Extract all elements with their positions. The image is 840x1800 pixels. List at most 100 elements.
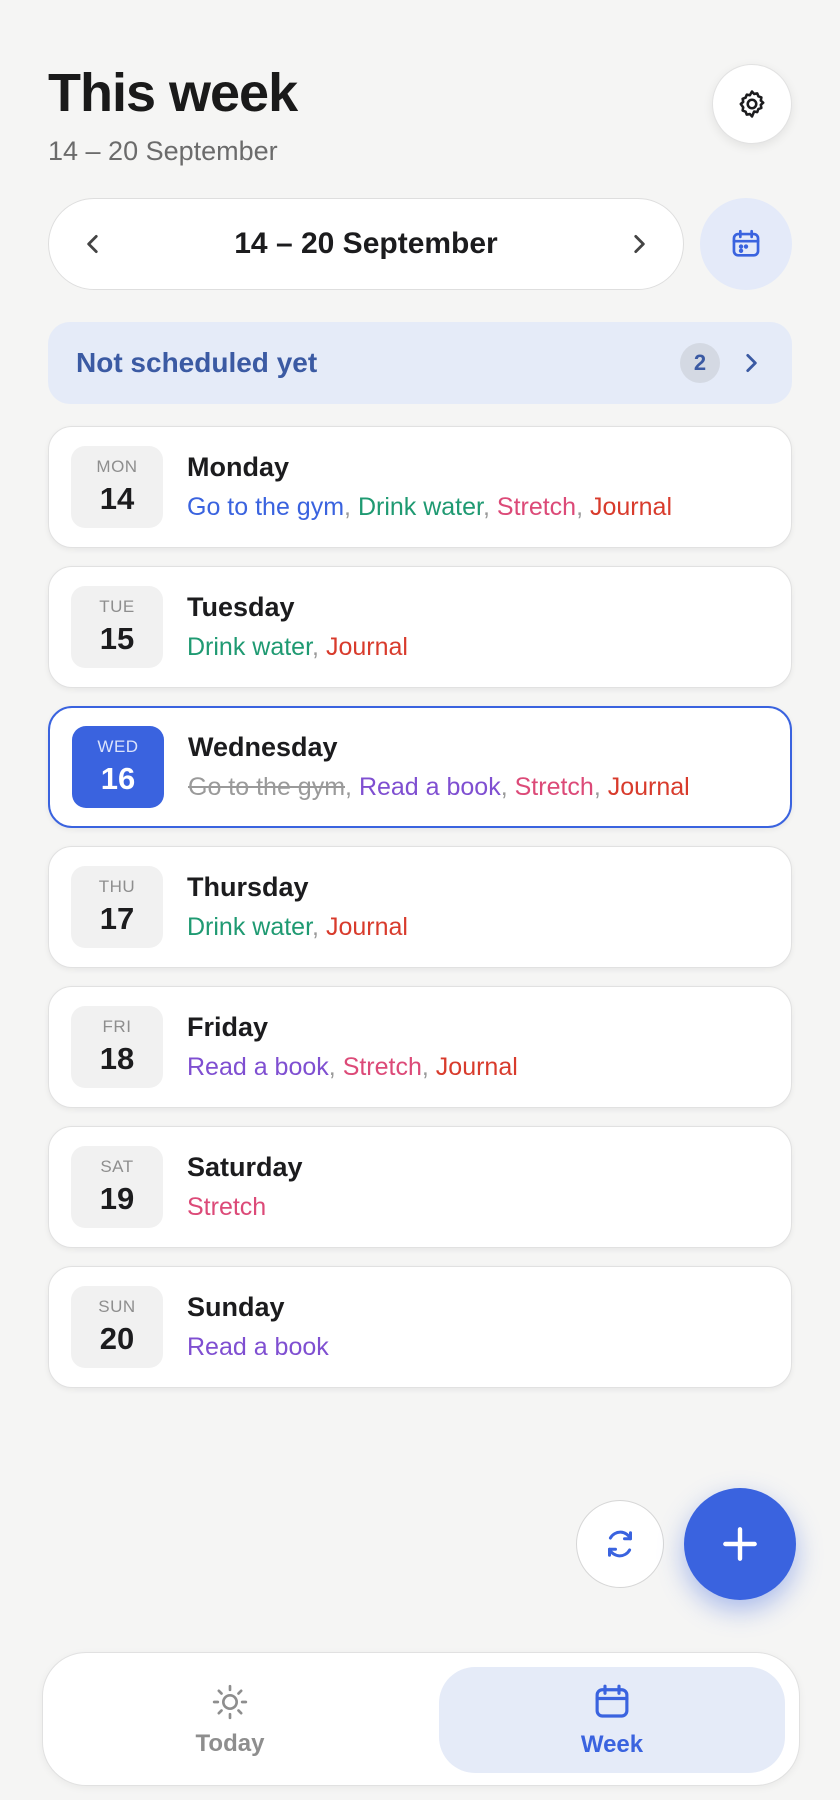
day-name: Friday [187, 1012, 269, 1042]
habit-separator: , [344, 493, 358, 521]
day-of-week-label: SAT [100, 1157, 134, 1176]
day-number: 18 [99, 1041, 135, 1076]
day-of-week-label: TUE [99, 597, 135, 616]
day-info: Tuesday Drink water, Journal [187, 592, 408, 662]
habit-separator: , [328, 1053, 343, 1081]
habit-tag: Read a book [187, 1333, 329, 1361]
date-badge: SUN 20 [71, 1286, 163, 1368]
plus-icon [723, 1527, 757, 1561]
habit-separator: , [593, 773, 608, 801]
day-number: 19 [99, 1181, 135, 1216]
day-info: Thursday Drink water, Journal [187, 872, 408, 942]
day-of-week-label: MON [96, 457, 138, 476]
tab-today[interactable]: Today [57, 1667, 403, 1773]
habit-list: Drink water, Journal [187, 633, 408, 662]
habit-tag: Drink water [187, 633, 313, 661]
day-number: 17 [99, 901, 135, 936]
habit-separator: , [312, 633, 326, 661]
habit-tag: Journal [325, 633, 408, 661]
day-card-wednesday[interactable]: WED 16 Wednesday Go to the gym, Read a book… [48, 706, 792, 828]
habit-tag: Read a book [358, 773, 501, 801]
page-title: This week [48, 63, 298, 123]
habit-tag: Journal [325, 913, 408, 941]
tab-week[interactable]: Week [439, 1667, 785, 1773]
habit-tag: Stretch [514, 773, 594, 801]
habit-tag-completed: Go to the gym [188, 773, 346, 801]
habit-tag: Journal [435, 1053, 518, 1081]
week-range-selector: 14 – 20 September [48, 198, 684, 290]
settings-button[interactable] [712, 64, 792, 144]
habit-list: Drink water, Journal [187, 913, 408, 942]
habit-list: Read a book [187, 1333, 329, 1362]
habit-list: Stretch [187, 1193, 303, 1222]
chevron-right-icon [746, 354, 757, 372]
day-info: Wednesday Go to the gym, Read a book, Str… [188, 732, 690, 802]
day-name: Thursday [187, 872, 309, 902]
day-of-week-label: WED [97, 737, 139, 756]
day-name: Monday [187, 452, 290, 482]
chevron-left-icon [87, 235, 98, 253]
not-scheduled-label: Not scheduled yet [76, 347, 318, 378]
day-name: Sunday [187, 1292, 285, 1322]
gear-icon [739, 90, 765, 118]
day-number: 20 [99, 1321, 135, 1356]
habit-tag: Stretch [187, 1193, 267, 1221]
day-of-week-label: SUN [98, 1297, 136, 1316]
week-screen: This week 14 – 20 September 14 – 20 Sept… [0, 0, 840, 1800]
day-card-friday[interactable]: FRI 18 Friday Read a book, Stretch, Journal [48, 986, 792, 1108]
habit-tag: Journal [607, 773, 690, 801]
tab-today-label: Today [195, 1730, 265, 1757]
habit-tag: Stretch [496, 493, 577, 521]
chevron-right-icon [634, 235, 645, 253]
date-badge: TUE 15 [71, 586, 163, 668]
day-of-week-label: FRI [102, 1017, 132, 1036]
day-info: Sunday Read a book [187, 1292, 329, 1362]
refresh-icon [608, 1530, 632, 1558]
tab-week-label: Week [580, 1731, 644, 1758]
habit-separator: , [345, 773, 359, 801]
day-number: 16 [100, 761, 136, 796]
not-scheduled-banner[interactable]: Not scheduled yet 2 [48, 322, 792, 404]
date-badge: SAT 19 [71, 1146, 163, 1228]
habit-tag: Journal [590, 493, 672, 521]
habit-separator: , [482, 493, 497, 521]
date-badge: THU 17 [71, 866, 163, 948]
day-number: 14 [99, 481, 135, 516]
habit-tag: Drink water [357, 493, 483, 521]
day-name: Saturday [187, 1152, 303, 1182]
date-badge: WED 16 [72, 726, 164, 808]
day-name: Wednesday [188, 732, 338, 762]
habit-tag: Stretch [342, 1053, 422, 1081]
day-card-thursday[interactable]: THU 17 Thursday Drink water, Journal [48, 846, 792, 968]
refresh-button[interactable] [576, 1500, 664, 1588]
previous-week-button[interactable] [73, 224, 113, 264]
day-info: Saturday Stretch [187, 1152, 303, 1222]
week-range-label: 14 – 20 September [234, 227, 498, 260]
day-card-saturday[interactable]: SAT 19 Saturday Stretch [48, 1126, 792, 1248]
bottom-navigation: Today Week [42, 1652, 800, 1786]
habit-list: Go to the gym, Drink water, Stretch, Jou… [187, 493, 672, 522]
habit-separator: , [421, 1053, 436, 1081]
day-card-sunday[interactable]: SUN 20 Sunday Read a book [48, 1266, 792, 1388]
habit-list: Read a book, Stretch, Journal [187, 1053, 518, 1082]
habit-tag: Go to the gym [187, 493, 345, 521]
date-badge: FRI 18 [71, 1006, 163, 1088]
calendar-picker-button[interactable] [700, 198, 792, 290]
add-habit-button[interactable] [684, 1488, 796, 1600]
next-week-button[interactable] [619, 224, 659, 264]
habit-separator: , [500, 773, 515, 801]
day-card-tuesday[interactable]: TUE 15 Tuesday Drink water, Journal [48, 566, 792, 688]
day-name: Tuesday [187, 592, 295, 622]
day-info: Friday Read a book, Stretch, Journal [187, 1012, 518, 1082]
day-list: MON 14 Monday Go to the gym, Drink water, S… [48, 426, 792, 1406]
page-subtitle: 14 – 20 September [48, 136, 278, 166]
habit-separator: , [576, 493, 590, 521]
habit-tag: Drink water [187, 913, 313, 941]
habit-list: Go to the gym, Read a book, Stretch, Jou… [188, 773, 690, 802]
day-card-monday[interactable]: MON 14 Monday Go to the gym, Drink water, S… [48, 426, 792, 548]
day-info: Monday Go to the gym, Drink water, Stretc… [187, 452, 672, 522]
not-scheduled-count-badge: 2 [680, 343, 720, 383]
calendar-icon [595, 1684, 629, 1718]
habit-separator: , [312, 913, 326, 941]
day-number: 15 [99, 621, 135, 656]
